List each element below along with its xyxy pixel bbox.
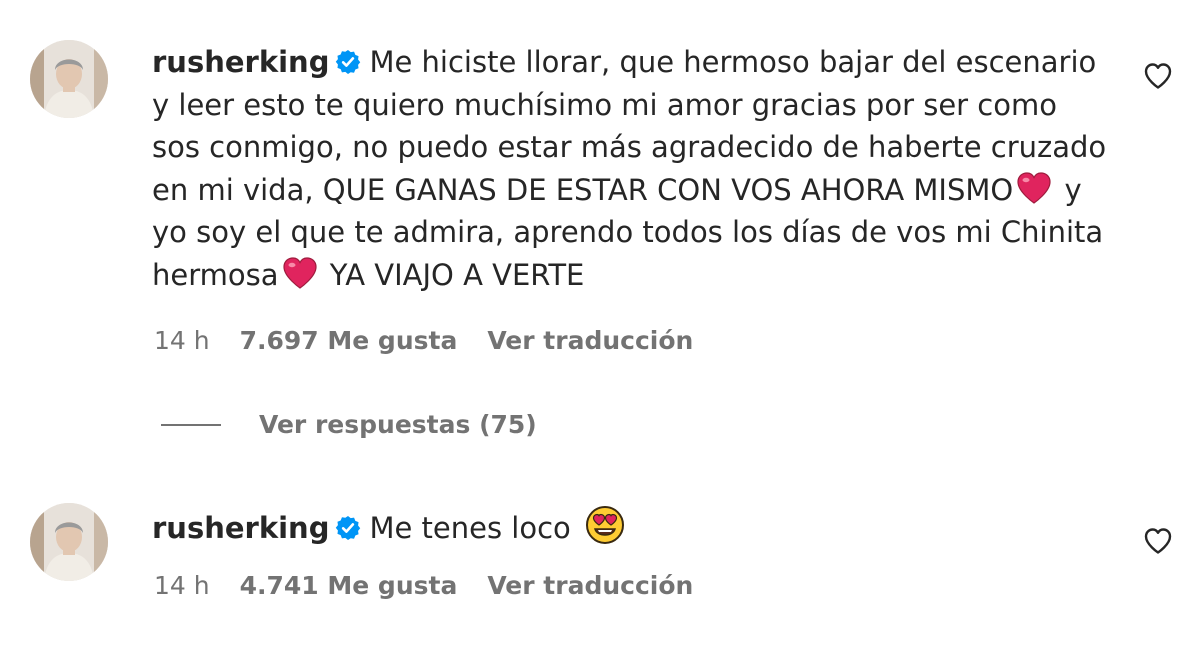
verified-badge-icon — [336, 515, 361, 541]
likes-count[interactable]: 7.697 Me gusta — [240, 326, 458, 355]
comment-text-part3: YA VIAJO A VERTE — [329, 257, 585, 292]
comment-text: rusherking Me tenes loco — [152, 505, 1112, 550]
avatar[interactable] — [30, 503, 108, 581]
timestamp[interactable]: 14 h — [154, 571, 210, 600]
heart-outline-icon[interactable] — [1142, 525, 1174, 557]
view-replies-button[interactable]: Ver respuestas (75) — [161, 410, 537, 439]
username[interactable]: rusherking — [152, 45, 329, 79]
replies-divider — [161, 423, 221, 426]
comment-body: rusherking Me tenes loco — [152, 505, 1112, 550]
comment-text-body: Me tenes loco — [369, 511, 571, 545]
heart-outline-icon[interactable] — [1142, 60, 1174, 92]
username[interactable]: rusherking — [152, 511, 329, 545]
red-heart-emoji — [1017, 171, 1051, 204]
comment-meta: 14 h 4.741 Me gusta Ver traducción — [154, 571, 693, 600]
likes-count[interactable]: 4.741 Me gusta — [240, 571, 458, 600]
avatar[interactable] — [30, 40, 108, 118]
heart-eyes-emoji — [585, 506, 624, 544]
view-replies-label: Ver respuestas (75) — [259, 410, 537, 439]
comment-meta: 14 h 7.697 Me gusta Ver traducción — [154, 326, 693, 355]
comment-body: rusherking Me hiciste llorar, que hermoso… — [152, 41, 1112, 296]
translate-link[interactable]: Ver traducción — [487, 326, 693, 355]
verified-badge-icon — [336, 49, 361, 75]
red-heart-emoji — [282, 256, 317, 289]
comment-text: rusherking Me hiciste llorar, que hermoso… — [152, 41, 1112, 296]
translate-link[interactable]: Ver traducción — [487, 571, 693, 600]
timestamp[interactable]: 14 h — [154, 326, 210, 355]
